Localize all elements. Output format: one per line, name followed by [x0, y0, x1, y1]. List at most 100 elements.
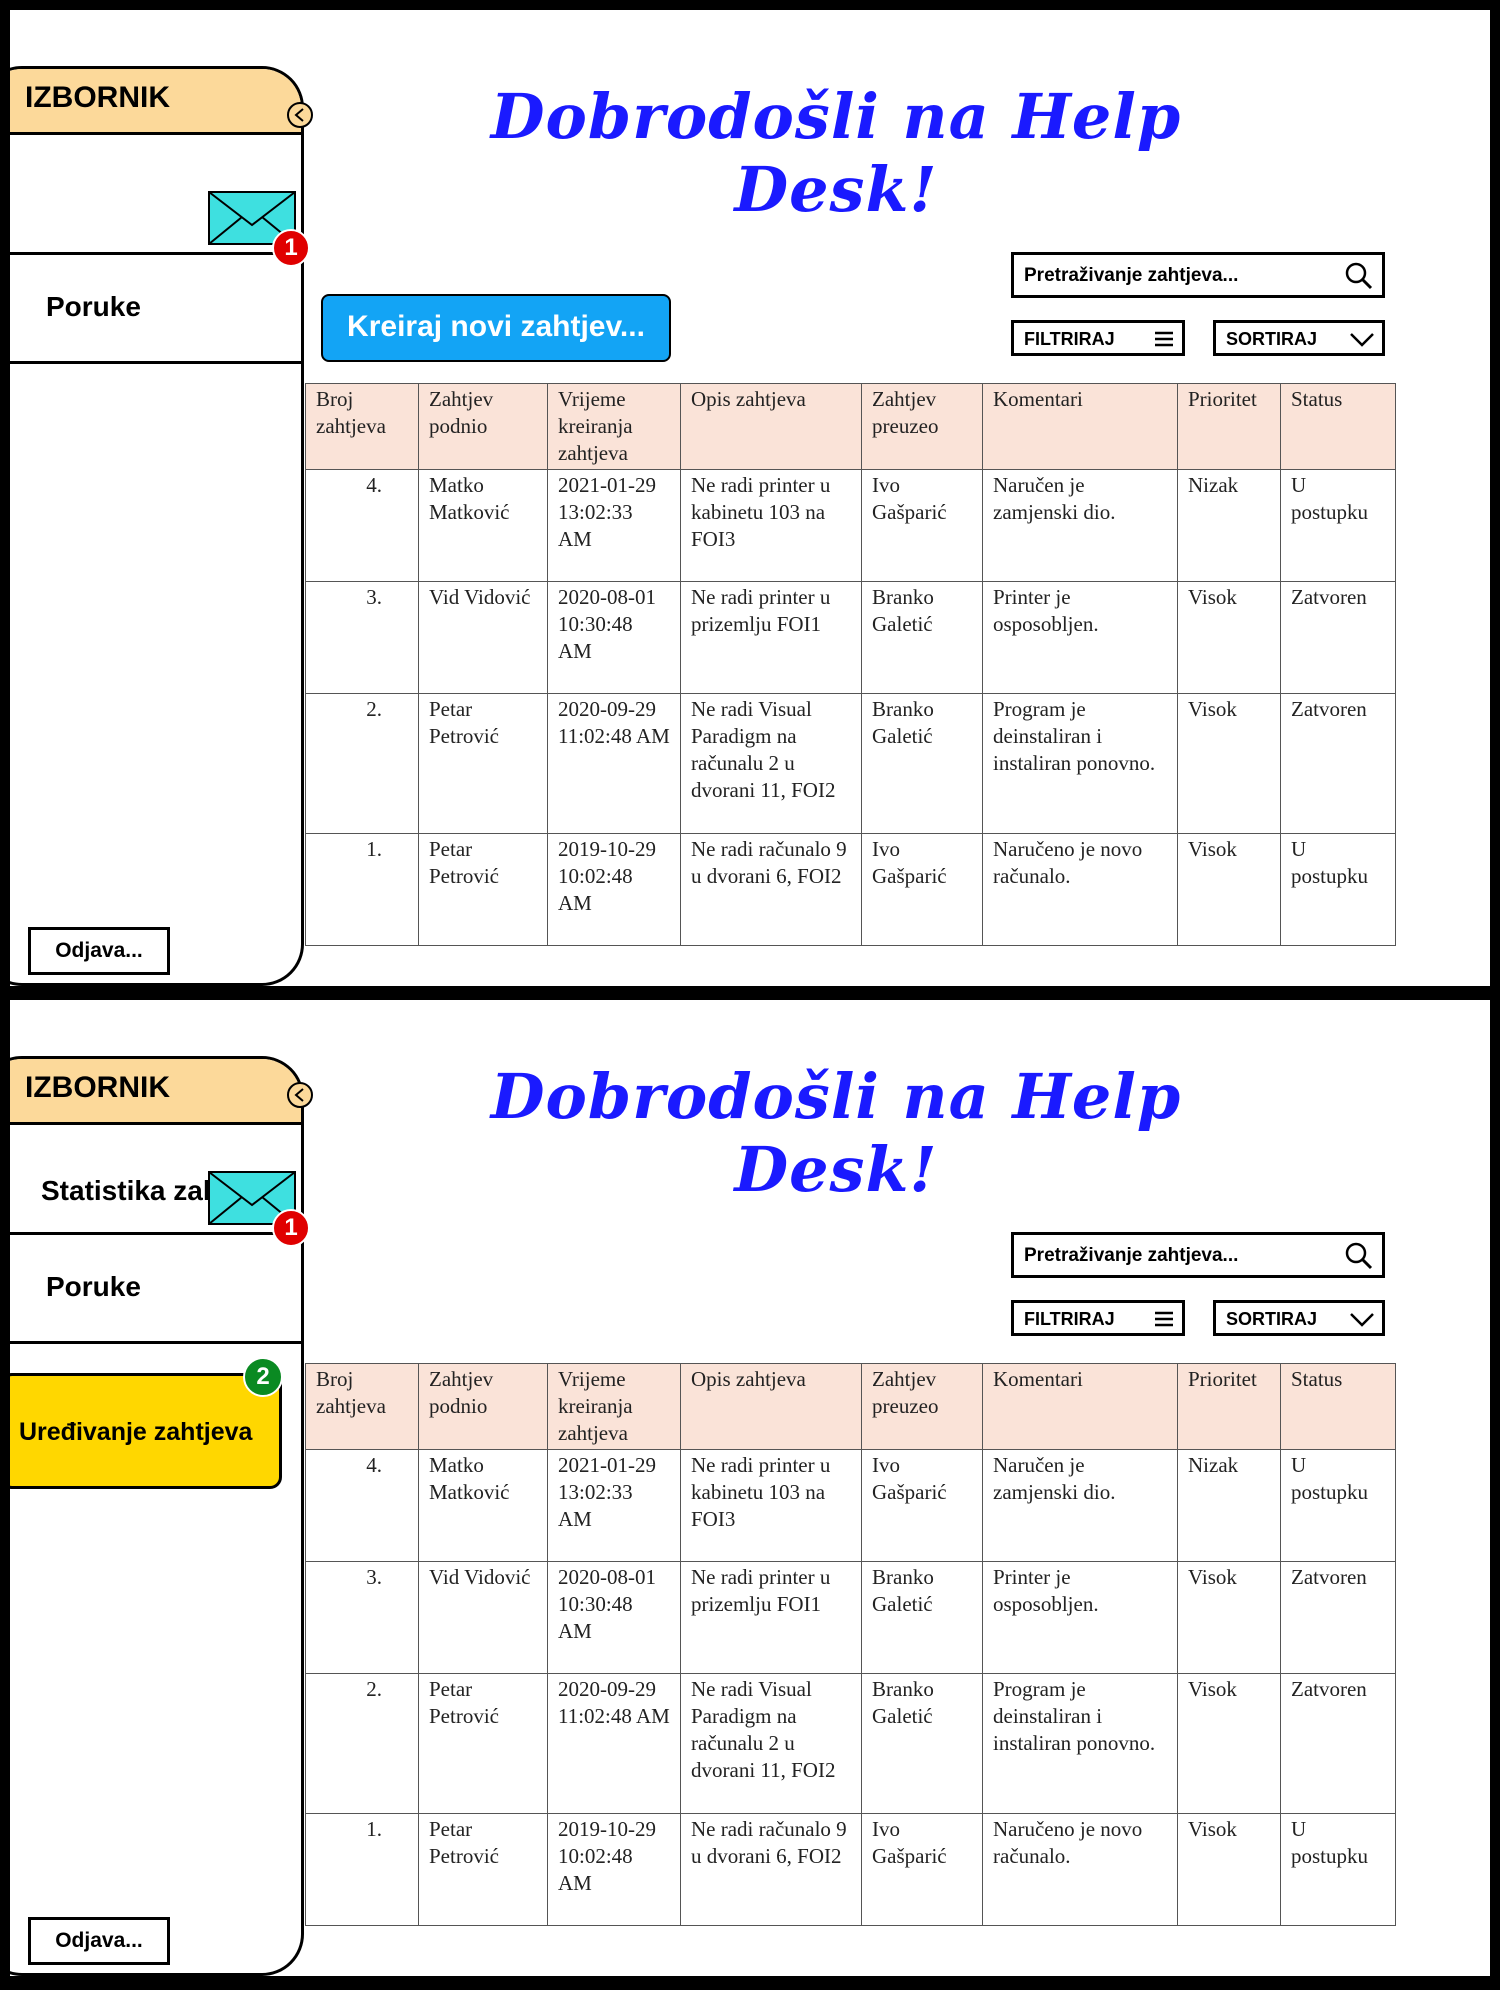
table-header-row: Broj zahtjeva Zahtjev podnio Vrijeme kre… — [305, 1363, 1396, 1450]
cell-submitter: Petar Petrović — [418, 1813, 548, 1926]
cell-submitter: Matko Matković — [418, 1449, 548, 1562]
cell-status: U postupku — [1280, 833, 1396, 946]
cell-created: 2019-10-29 10:02:48 AM — [547, 833, 681, 946]
cell-number: 1. — [305, 1813, 419, 1926]
table-row[interactable]: 2. Petar Petrović 2020-09-29 11:02:48 AM… — [305, 693, 1396, 834]
table-row[interactable]: 4. Matko Matković 2021-01-29 13:02:33 AM… — [305, 1449, 1396, 1562]
table-row[interactable]: 1. Petar Petrović 2019-10-29 10:02:48 AM… — [305, 1813, 1396, 1926]
table-row[interactable]: 3. Vid Vidović 2020-08-01 10:30:48 AM Ne… — [305, 581, 1396, 694]
requests-table: Broj zahtjeva Zahtjev podnio Vrijeme kre… — [305, 383, 1396, 946]
menu-header: IZBORNIK — [10, 69, 301, 135]
cell-description: Ne radi Visual Paradigm na računalu 2 u … — [680, 693, 862, 834]
column-header[interactable]: Status — [1280, 383, 1396, 470]
column-header[interactable]: Prioritet — [1177, 1363, 1281, 1450]
column-header[interactable]: Zahtjev preuzeo — [861, 383, 983, 470]
table-header-row: Broj zahtjeva Zahtjev podnio Vrijeme kre… — [305, 383, 1396, 470]
chevron-left-icon — [294, 1088, 304, 1102]
cell-status: U postupku — [1280, 1449, 1396, 1562]
cell-number: 2. — [305, 1673, 419, 1814]
column-header[interactable]: Vrijeme kreiranja zahtjeva — [547, 383, 681, 470]
cell-number: 3. — [305, 581, 419, 694]
cell-priority: Visok — [1177, 1813, 1281, 1926]
cell-created: 2021-01-29 13:02:33 AM — [547, 469, 681, 582]
search-icon[interactable] — [1344, 1241, 1374, 1271]
search-placeholder: Pretraživanje zahtjeva... — [1024, 265, 1239, 286]
sort-dropdown[interactable]: SORTIRAJ — [1213, 320, 1385, 356]
messages-badge: 1 — [272, 229, 310, 267]
menu-title: IZBORNIK — [25, 81, 170, 114]
cell-number: 3. — [305, 1561, 419, 1674]
chevron-down-icon — [1350, 333, 1374, 347]
cell-description: Ne radi Visual Paradigm na računalu 2 u … — [680, 1673, 862, 1814]
search-placeholder: Pretraživanje zahtjeva... — [1024, 1245, 1239, 1266]
edit-requests-badge: 2 — [243, 1357, 283, 1397]
cell-comments: Naručeno je novo računalo. — [982, 833, 1178, 946]
menu-divider — [10, 361, 301, 364]
column-header[interactable]: Broj zahtjeva — [305, 383, 419, 470]
cell-submitter: Matko Matković — [418, 469, 548, 582]
cell-number: 4. — [305, 1449, 419, 1562]
cell-description: Ne radi printer u kabinetu 103 na FOI3 — [680, 1449, 862, 1562]
collapse-menu-button[interactable] — [287, 102, 313, 128]
cell-created: 2020-08-01 10:30:48 AM — [547, 1561, 681, 1674]
column-header[interactable]: Zahtjev preuzeo — [861, 1363, 983, 1450]
edit-requests-button[interactable]: Uređivanje zahtjeva — [10, 1373, 282, 1489]
column-header[interactable]: Opis zahtjeva — [680, 383, 862, 470]
collapse-menu-button[interactable] — [287, 1082, 313, 1108]
cell-comments: Naručen je zamjenski dio. — [982, 1449, 1178, 1562]
filter-button[interactable]: FILTRIRAJ — [1011, 1300, 1185, 1336]
column-header[interactable]: Prioritet — [1177, 383, 1281, 470]
cell-priority: Visok — [1177, 1673, 1281, 1814]
cell-assignee: Ivo Gašparić — [861, 1813, 983, 1926]
cell-status: U postupku — [1280, 469, 1396, 582]
sort-label: SORTIRAJ — [1226, 1309, 1318, 1329]
cell-priority: Visok — [1177, 693, 1281, 834]
menu-divider — [10, 252, 301, 255]
column-header[interactable]: Komentari — [982, 1363, 1178, 1450]
cell-submitter: Petar Petrović — [418, 1673, 548, 1814]
column-header[interactable]: Vrijeme kreiranja zahtjeva — [547, 1363, 681, 1450]
column-header[interactable]: Zahtjev podnio — [418, 1363, 548, 1450]
sidebar-item-messages[interactable]: Poruke — [46, 291, 141, 323]
menu-title: IZBORNIK — [25, 1071, 170, 1104]
table-row[interactable]: 1. Petar Petrović 2019-10-29 10:02:48 AM… — [305, 833, 1396, 946]
table-row[interactable]: 3. Vid Vidović 2020-08-01 10:30:48 AM Ne… — [305, 1561, 1396, 1674]
cell-assignee: Ivo Gašparić — [861, 469, 983, 582]
cell-number: 1. — [305, 833, 419, 946]
sort-dropdown[interactable]: SORTIRAJ — [1213, 1300, 1385, 1336]
search-icon[interactable] — [1344, 261, 1374, 291]
sort-label: SORTIRAJ — [1226, 329, 1318, 349]
search-input[interactable]: Pretraživanje zahtjeva... — [1011, 252, 1385, 298]
cell-assignee: Branko Galetić — [861, 581, 983, 694]
cell-assignee: Branko Galetić — [861, 693, 983, 834]
cell-assignee: Branko Galetić — [861, 1561, 983, 1674]
cell-comments: Printer je osposobljen. — [982, 1561, 1178, 1674]
cell-priority: Visok — [1177, 833, 1281, 946]
filter-label: FILTRIRAJ — [1024, 1309, 1115, 1329]
cell-status: Zatvoren — [1280, 1561, 1396, 1674]
create-request-button[interactable]: Kreiraj novi zahtjev... — [321, 294, 671, 362]
menu-header: IZBORNIK — [10, 1059, 301, 1125]
table-row[interactable]: 2. Petar Petrović 2020-09-29 11:02:48 AM… — [305, 1673, 1396, 1814]
cell-description: Ne radi printer u kabinetu 103 na FOI3 — [680, 469, 862, 582]
column-header[interactable]: Komentari — [982, 383, 1178, 470]
cell-status: U postupku — [1280, 1813, 1396, 1926]
cell-description: Ne radi printer u prizemlju FOI1 — [680, 1561, 862, 1674]
cell-submitter: Vid Vidović — [418, 1561, 548, 1674]
sidebar-item-messages[interactable]: Poruke — [46, 1271, 141, 1303]
column-header[interactable]: Status — [1280, 1363, 1396, 1450]
welcome-title: Dobrodošli na Help Desk! — [490, 1060, 1182, 1206]
logout-button[interactable]: Odjava... — [28, 1917, 170, 1965]
cell-description: Ne radi printer u prizemlju FOI1 — [680, 581, 862, 694]
column-header[interactable]: Opis zahtjeva — [680, 1363, 862, 1450]
search-input[interactable]: Pretraživanje zahtjeva... — [1011, 1232, 1385, 1278]
menu-divider — [10, 1341, 301, 1344]
filter-button[interactable]: FILTRIRAJ — [1011, 320, 1185, 356]
requests-table: Broj zahtjeva Zahtjev podnio Vrijeme kre… — [305, 1363, 1396, 1926]
column-header[interactable]: Broj zahtjeva — [305, 1363, 419, 1450]
logout-button[interactable]: Odjava... — [28, 927, 170, 975]
column-header[interactable]: Zahtjev podnio — [418, 383, 548, 470]
cell-description: Ne radi računalo 9 u dvorani 6, FOI2 — [680, 833, 862, 946]
table-row[interactable]: 4. Matko Matković 2021-01-29 13:02:33 AM… — [305, 469, 1396, 582]
cell-priority: Nizak — [1177, 469, 1281, 582]
